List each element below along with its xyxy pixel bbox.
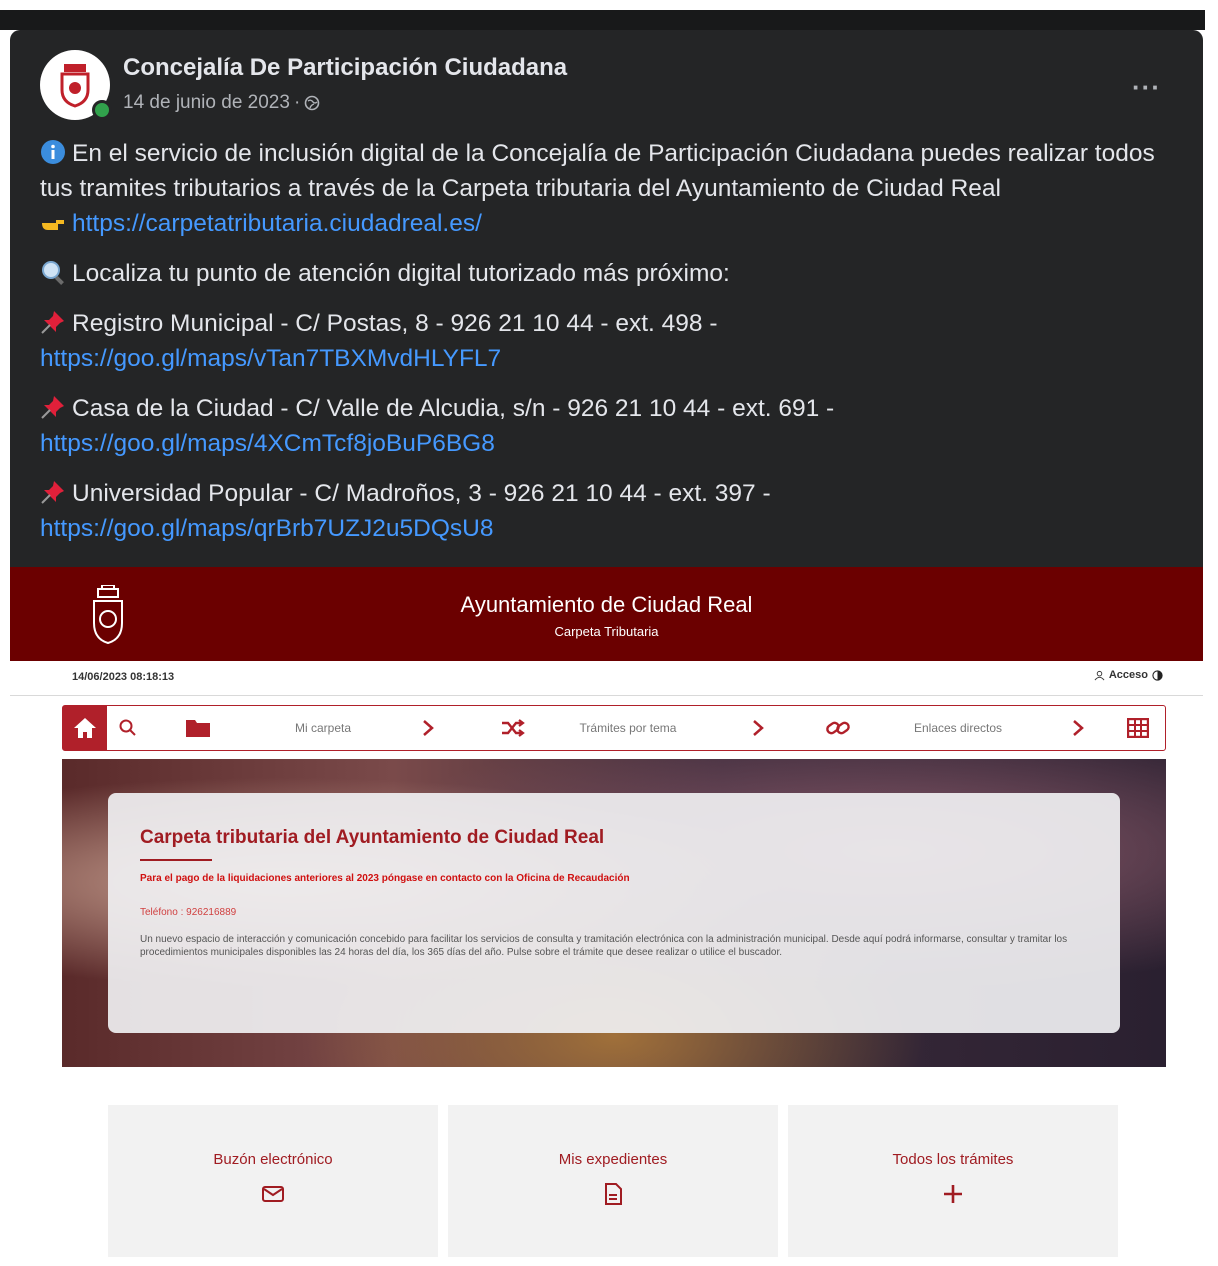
chevron-right-icon (423, 720, 434, 736)
search-button[interactable] (113, 706, 143, 750)
post-author[interactable]: Concejalía De Participación Ciudadana (123, 54, 567, 82)
hero-banner: Carpeta tributaria del Ayuntamiento de C… (62, 759, 1166, 1067)
login-label: Acceso (1108, 669, 1148, 681)
nav-direct-links[interactable]: Enlaces directos (883, 706, 1033, 750)
paragraph-5: Universidad Popular - C/ Madroños, 3 - 9… (40, 476, 1180, 546)
pointing-hand-icon (42, 220, 64, 230)
paragraph-1-text: En el servicio de inclusión digital de l… (40, 140, 1155, 202)
hero-card: Carpeta tributaria del Ayuntamiento de C… (108, 793, 1120, 1033)
chevron-right-icon (1073, 720, 1084, 736)
datetime: 14/06/2023 08:18:13 (72, 671, 174, 683)
card-label: Mis expedientes (558, 1151, 668, 1168)
nav-direct-links-label: Enlaces directos (913, 721, 1003, 735)
paragraph-3: Registro Municipal - C/ Postas, 8 - 926 … (40, 306, 1180, 376)
home-icon (74, 718, 96, 738)
hero-notice: Para el pago de la liquidaciones anterio… (140, 873, 630, 884)
pushpin-icon (41, 481, 64, 504)
links-button[interactable] (818, 706, 858, 750)
nav-next-arrow-2[interactable] (743, 706, 773, 750)
paragraph-3-text: Registro Municipal - C/ Postas, 8 - 926 … (72, 310, 718, 337)
hero-title: Carpeta tributaria del Ayuntamiento de C… (140, 827, 605, 848)
home-button[interactable] (63, 706, 107, 750)
pushpin-icon (41, 311, 64, 334)
registro-municipal-map-link[interactable]: https://goo.gl/maps/vTan7TBXMvdHLYFL7 (40, 345, 501, 372)
paragraph-4: Casa de la Ciudad - C/ Valle de Alcudia,… (40, 391, 1180, 461)
paragraph-4-text: Casa de la Ciudad - C/ Valle de Alcudia,… (72, 395, 835, 422)
hero-description: Un nuevo espacio de interacción y comuni… (140, 934, 1068, 958)
card-all-procedures[interactable]: Todos los trámites (788, 1105, 1118, 1257)
nav-next-arrow-3[interactable] (1063, 706, 1093, 750)
more-options-icon[interactable]: ··· (1132, 72, 1161, 103)
site-header: Ayuntamiento de Ciudad Real Carpeta Trib… (10, 567, 1203, 661)
post-image[interactable]: Ayuntamiento de Ciudad Real Carpeta Trib… (10, 567, 1203, 1266)
nav-my-folder-label: Mi carpeta (294, 721, 352, 735)
login-link[interactable]: Acceso (1094, 669, 1163, 681)
globe-icon (304, 95, 320, 111)
envelope-icon (262, 1186, 284, 1202)
divider (10, 695, 1203, 696)
pushpin-icon (41, 396, 64, 419)
date-separator: · (293, 92, 301, 113)
paragraph-1: En el servicio de inclusión digital de l… (40, 136, 1180, 241)
nav-my-folder[interactable]: Mi carpeta (263, 706, 383, 750)
search-icon (119, 719, 136, 736)
magnifier-icon (42, 261, 64, 285)
nav-procedures[interactable]: Trámites por tema (553, 706, 703, 750)
hero-underline (140, 859, 212, 861)
chevron-right-icon (753, 720, 764, 736)
link-icon (826, 721, 850, 735)
document-icon (605, 1183, 622, 1205)
nav-procedures-label: Trámites por tema (579, 721, 677, 735)
card-electronic-mailbox[interactable]: Buzón electrónico (108, 1105, 438, 1257)
info-icon (41, 140, 65, 164)
card-label: Todos los trámites (892, 1151, 1014, 1168)
paragraph-5-text: Universidad Popular - C/ Madroños, 3 - 9… (72, 480, 771, 507)
paragraph-2-text: Localiza tu punto de atención digital tu… (72, 260, 730, 287)
site-title: Ayuntamiento de Ciudad Real (460, 592, 753, 617)
carpeta-tributaria-link[interactable]: https://carpetatributaria.ciudadreal.es/ (72, 210, 482, 237)
folder-icon (186, 720, 210, 737)
post-text: En el servicio de inclusión digital de l… (40, 136, 1180, 561)
time-value: 08:18:13 (130, 671, 175, 683)
post-date[interactable]: 14 de junio de 2023 (123, 92, 290, 114)
card-label: Buzón electrónico (213, 1151, 333, 1168)
folder-button[interactable] (173, 706, 223, 750)
shuffle-icon (502, 719, 525, 737)
hero-phone: Teléfono : 926216889 (140, 907, 237, 918)
nav-next-arrow-1[interactable] (413, 706, 443, 750)
crest-logo-icon (60, 64, 90, 108)
universidad-popular-map-link[interactable]: https://goo.gl/maps/qrBrb7UZJ2u5DQsU8 (40, 515, 493, 542)
paragraph-2: Localiza tu punto de atención digital tu… (40, 256, 1180, 291)
card-my-files[interactable]: Mis expedientes (448, 1105, 778, 1257)
grid-icon (1127, 718, 1149, 738)
user-icon (1094, 670, 1105, 680)
shuffle-button[interactable] (493, 706, 533, 750)
post-meta: 14 de junio de 2023 · (123, 92, 320, 114)
casa-ciudad-map-link[interactable]: https://goo.gl/maps/4XCmTcf8joBuP6BG8 (40, 430, 495, 457)
feed-background (0, 10, 1205, 30)
date-value: 14/06/2023 (72, 671, 128, 683)
contrast-icon[interactable] (1152, 669, 1163, 681)
online-status-dot (92, 100, 112, 120)
site-navbar: Mi carpeta Trámites por tema Enlaces dir… (62, 705, 1166, 751)
plus-icon (944, 1185, 962, 1203)
site-subtitle: Carpeta Tributaria (554, 624, 659, 639)
grid-menu-button[interactable] (1118, 706, 1158, 750)
